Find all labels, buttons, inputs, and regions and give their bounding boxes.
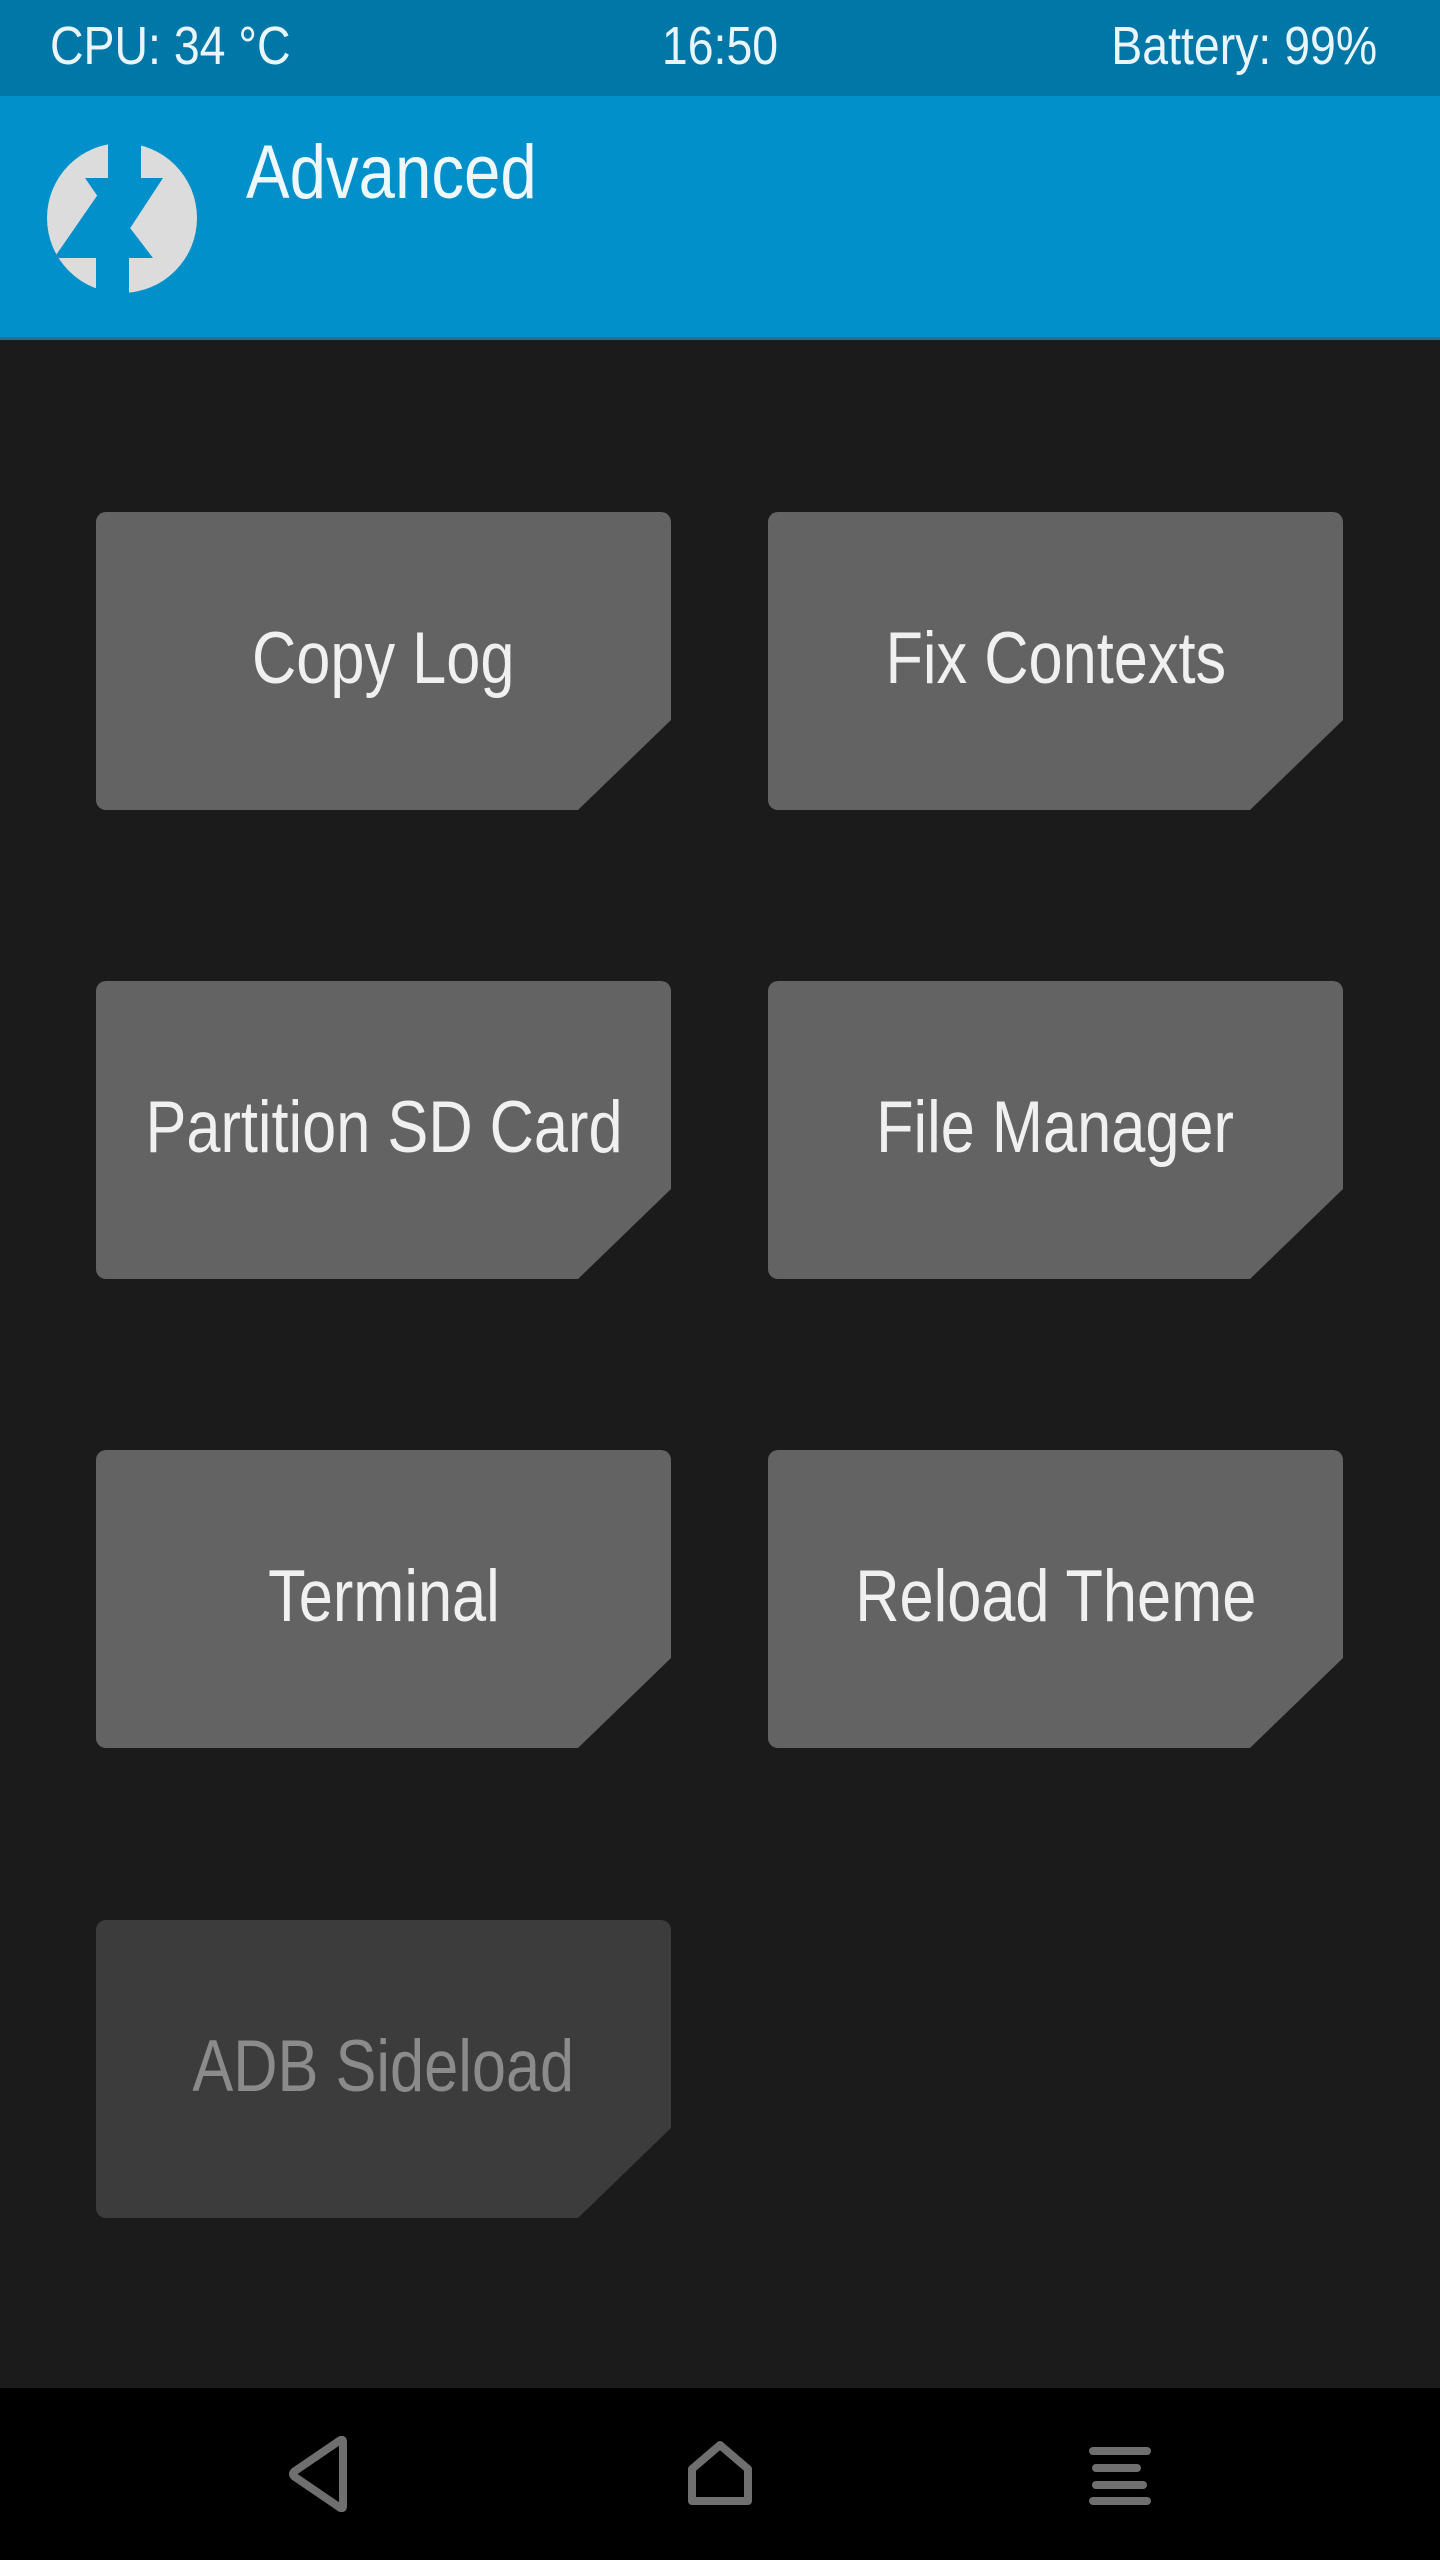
page-title: Advanced [246,130,537,215]
header: Advanced [0,96,1440,340]
button-label: Copy Log [252,618,515,699]
adb-sideload-button[interactable]: ADB Sideload [96,1920,671,2218]
fix-contexts-button[interactable]: Fix Contexts [768,512,1343,810]
console-button[interactable] [1000,2388,1240,2560]
console-menu-icon [1087,2441,1153,2507]
navigation-bar [0,2388,1440,2560]
button-label: ADB Sideload [192,2026,575,2107]
cpu-temperature: CPU: 34 °C [50,16,291,76]
clock: 16:50 [661,16,779,76]
terminal-button[interactable]: Terminal [96,1450,671,1748]
partition-sd-card-button[interactable]: Partition SD Card [96,981,671,1279]
copy-log-button[interactable]: Copy Log [96,512,671,810]
battery-level: Battery: 99% [1111,16,1377,76]
reload-theme-button[interactable]: Reload Theme [768,1450,1343,1748]
button-label: Partition SD Card [144,1087,623,1168]
button-label: Fix Contexts [885,618,1226,699]
file-manager-button[interactable]: File Manager [768,981,1343,1279]
button-label: File Manager [876,1087,1235,1168]
button-label: Reload Theme [854,1556,1257,1637]
home-button[interactable] [600,2388,840,2560]
advanced-menu-grid: Copy Log Fix Contexts Partition SD Card … [0,340,1440,2388]
back-button[interactable] [200,2388,440,2560]
home-icon [685,2439,755,2509]
button-label: Terminal [267,1556,500,1637]
twrp-logo-icon [46,142,198,294]
back-triangle-icon [285,2436,355,2512]
status-bar: CPU: 34 °C 16:50 Battery: 99% [0,0,1440,96]
